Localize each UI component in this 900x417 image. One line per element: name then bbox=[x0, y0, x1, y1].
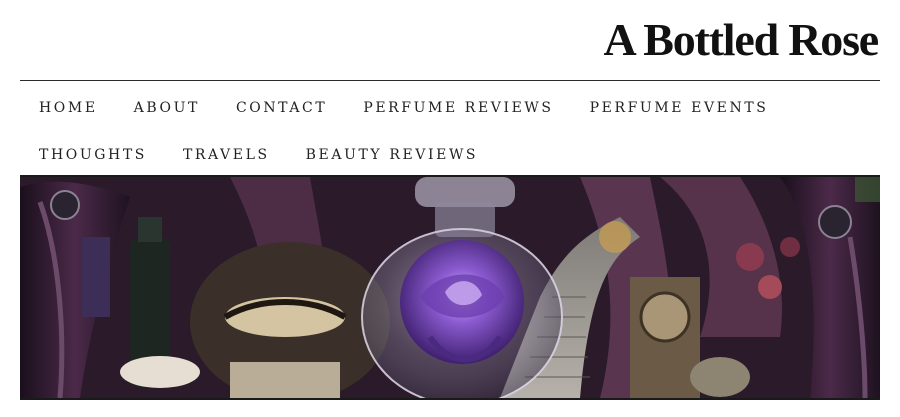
header-banner-image bbox=[20, 175, 880, 400]
header-divider bbox=[20, 80, 880, 81]
nav-item-about[interactable]: ABOUT bbox=[134, 100, 200, 116]
nav-item-perfume-reviews[interactable]: PERFUME REVIEWS bbox=[363, 100, 553, 116]
nav-item-travels[interactable]: TRAVELS bbox=[183, 147, 270, 163]
banner-illustration bbox=[20, 177, 880, 398]
nav-row-2: THOUGHTS TRAVELS BEAUTY REVIEWS bbox=[39, 131, 879, 178]
site-title[interactable]: A Bottled Rose bbox=[603, 14, 879, 66]
nav-row-1: HOME ABOUT CONTACT PERFUME REVIEWS PERFU… bbox=[39, 84, 879, 131]
nav-item-contact[interactable]: CONTACT bbox=[236, 100, 327, 116]
nav-item-perfume-events[interactable]: PERFUME EVENTS bbox=[590, 100, 769, 116]
nav-item-thoughts[interactable]: THOUGHTS bbox=[39, 147, 147, 163]
nav-item-home[interactable]: HOME bbox=[39, 100, 98, 116]
nav-item-beauty-reviews[interactable]: BEAUTY REVIEWS bbox=[306, 147, 478, 163]
main-navigation: HOME ABOUT CONTACT PERFUME REVIEWS PERFU… bbox=[39, 84, 879, 178]
